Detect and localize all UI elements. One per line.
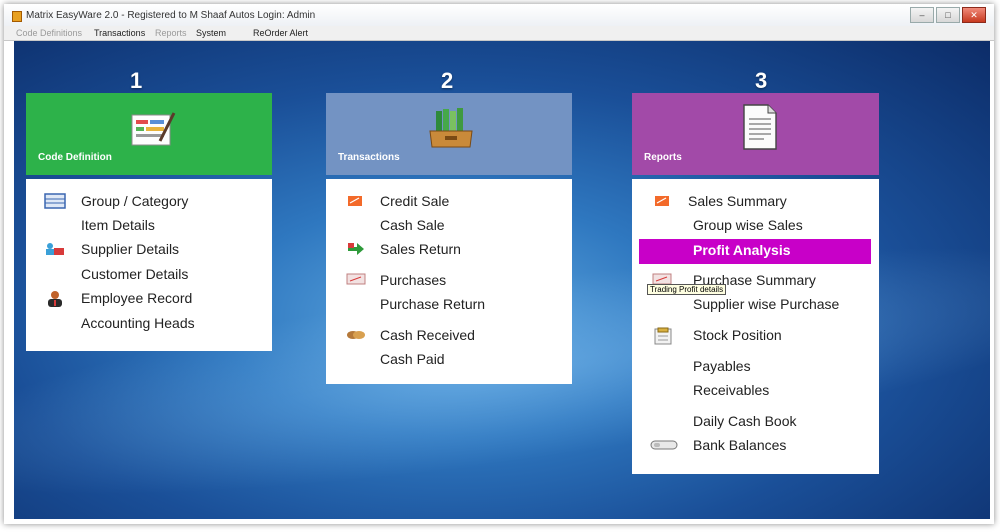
panel-number-3: 3: [755, 68, 768, 93]
item-item-details[interactable]: Item Details: [81, 217, 155, 233]
supplier-icon: [46, 243, 64, 255]
panel-code-definition: Code Definition Group / Category Item De…: [26, 93, 272, 351]
item-cash-sale[interactable]: Cash Sale: [380, 217, 445, 233]
menu-reorder-alert[interactable]: ReOrder Alert: [253, 28, 308, 38]
item-daily-cash-book[interactable]: Daily Cash Book: [693, 413, 797, 429]
item-group-category[interactable]: Group / Category: [81, 193, 188, 209]
menu-reports[interactable]: Reports: [155, 28, 187, 38]
title-bar: Matrix EasyWare 2.0 - Registered to M Sh…: [4, 4, 994, 26]
tooltip: Trading Profit details: [647, 284, 727, 295]
item-sales-summary[interactable]: Sales Summary: [688, 193, 787, 209]
employee-icon: [48, 291, 62, 307]
panel-transactions: Transactions Credit Sale Cash Sale Sales…: [326, 93, 572, 384]
item-cash-paid[interactable]: Cash Paid: [380, 351, 445, 367]
maximize-icon[interactable]: □: [936, 7, 960, 23]
panel-title-code-definition: Code Definition: [38, 152, 112, 163]
item-purchases[interactable]: Purchases: [380, 272, 446, 288]
bank-balances-icon: [650, 440, 678, 450]
item-cash-received[interactable]: Cash Received: [380, 327, 475, 343]
purchases-icon: [346, 273, 366, 285]
desktop-area: 1 Code Definition Group / Category Item …: [14, 41, 990, 519]
item-customer-details[interactable]: Customer Details: [81, 266, 188, 282]
menu-code-definitions[interactable]: Code Definitions: [16, 28, 82, 38]
sales-return-icon: [348, 243, 364, 255]
group-category-icon: [44, 193, 66, 209]
panel-reports: Reports Sales Summary Group wise Sales P…: [632, 93, 879, 474]
item-sales-return[interactable]: Sales Return: [380, 241, 461, 257]
item-receivables[interactable]: Receivables: [693, 382, 769, 398]
item-supplier-details[interactable]: Supplier Details: [81, 241, 179, 257]
stock-position-icon: [654, 327, 672, 345]
item-accounting-heads[interactable]: Accounting Heads: [81, 315, 195, 331]
reports-icon: [743, 104, 777, 150]
item-supplier-wise-purchase[interactable]: Supplier wise Purchase: [693, 296, 839, 312]
panel-body-reports: Sales Summary Group wise Sales Profit An…: [632, 179, 879, 474]
item-purchase-return[interactable]: Purchase Return: [380, 296, 485, 312]
item-profit-analysis[interactable]: Profit Analysis: [693, 242, 791, 258]
menu-system[interactable]: System: [196, 28, 226, 38]
menu-bar: Code Definitions Transactions Reports Sy…: [4, 26, 994, 41]
window-title: Matrix EasyWare 2.0 - Registered to M Sh…: [26, 10, 316, 21]
code-definition-icon: [131, 112, 176, 146]
transactions-icon: [429, 108, 473, 148]
app-icon: [12, 11, 22, 22]
item-bank-balances[interactable]: Bank Balances: [693, 437, 786, 453]
panel-head-code-definition[interactable]: Code Definition: [26, 93, 272, 175]
cash-received-icon: [347, 331, 365, 339]
panel-number-1: 1: [130, 68, 143, 93]
sales-summary-icon: [655, 196, 669, 206]
credit-sale-icon: [348, 196, 362, 206]
item-stock-position[interactable]: Stock Position: [693, 327, 782, 343]
close-icon[interactable]: ✕: [962, 7, 986, 23]
menu-transactions[interactable]: Transactions: [94, 28, 145, 38]
panel-head-transactions[interactable]: Transactions: [326, 93, 572, 175]
item-payables[interactable]: Payables: [693, 358, 751, 374]
panel-body-transactions: Credit Sale Cash Sale Sales Return Purch…: [326, 179, 572, 384]
panel-title-reports: Reports: [644, 152, 682, 163]
panel-title-transactions: Transactions: [338, 152, 400, 163]
minimize-icon[interactable]: –: [910, 7, 934, 23]
panel-head-reports[interactable]: Reports: [632, 93, 879, 175]
item-group-wise-sales[interactable]: Group wise Sales: [693, 217, 803, 233]
item-credit-sale[interactable]: Credit Sale: [380, 193, 449, 209]
item-employee-record[interactable]: Employee Record: [81, 290, 192, 306]
app-window: Matrix EasyWare 2.0 - Registered to M Sh…: [4, 4, 994, 524]
panel-body-code-definition: Group / Category Item Details Supplier D…: [26, 179, 272, 351]
panel-number-2: 2: [441, 68, 454, 93]
